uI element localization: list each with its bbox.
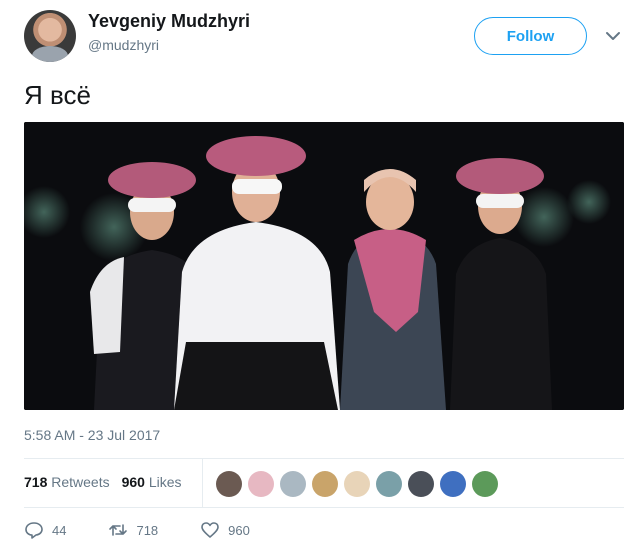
retweets-stat[interactable]: 718 Retweets xyxy=(24,474,110,490)
tweet-media-image[interactable] xyxy=(24,122,624,410)
reply-icon xyxy=(25,522,43,539)
author-handle[interactable]: @mudzhyri xyxy=(88,37,159,53)
liker-avatar[interactable] xyxy=(376,471,402,497)
likers-avatars xyxy=(216,471,498,497)
tweet-stats: 718 Retweets 960 Likes xyxy=(24,474,182,490)
divider xyxy=(24,458,624,459)
tweet-actions: 44 718 960 xyxy=(24,520,292,540)
chevron-down-icon[interactable] xyxy=(604,27,622,45)
photo-illustration xyxy=(24,122,624,410)
reply-button[interactable]: 44 xyxy=(24,520,66,540)
liker-avatar[interactable] xyxy=(216,471,242,497)
liker-avatar[interactable] xyxy=(344,471,370,497)
author-name[interactable]: Yevgeniy Mudzhyri xyxy=(88,11,250,32)
divider xyxy=(24,507,624,508)
retweet-button[interactable]: 718 xyxy=(108,520,158,540)
liker-avatar[interactable] xyxy=(440,471,466,497)
author-avatar[interactable] xyxy=(24,10,76,62)
liker-avatar[interactable] xyxy=(408,471,434,497)
liker-avatar[interactable] xyxy=(312,471,338,497)
stats-separator xyxy=(202,459,203,507)
like-count: 960 xyxy=(228,522,250,538)
likes-stat[interactable]: 960 Likes xyxy=(122,474,182,490)
reply-count: 44 xyxy=(52,522,67,538)
follow-button[interactable]: Follow xyxy=(474,17,587,55)
like-button[interactable]: 960 xyxy=(200,520,250,540)
liker-avatar[interactable] xyxy=(248,471,274,497)
liker-avatar[interactable] xyxy=(472,471,498,497)
retweet-count: 718 xyxy=(136,522,159,538)
tweet-timestamp[interactable]: 5:58 AM - 23 Jul 2017 xyxy=(24,427,160,443)
retweet-icon xyxy=(109,524,128,536)
tweet-text: Я всё xyxy=(24,80,91,110)
liker-avatar[interactable] xyxy=(280,471,306,497)
heart-icon xyxy=(201,522,219,538)
